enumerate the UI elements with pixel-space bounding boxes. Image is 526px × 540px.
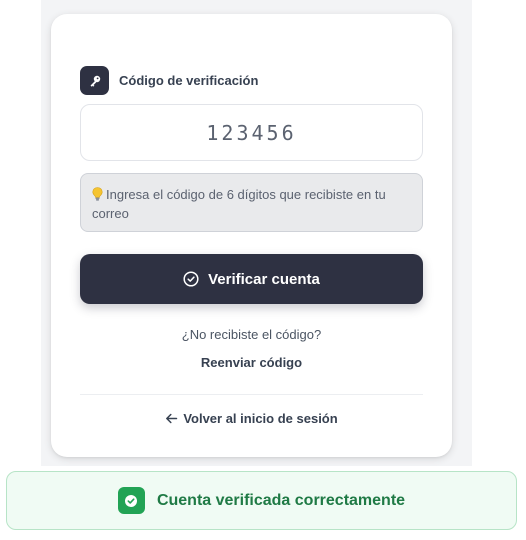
success-toast: Cuenta verificada correctamente xyxy=(6,471,517,530)
code-field-label: Código de verificación xyxy=(119,73,259,88)
toast-badge xyxy=(117,487,145,514)
page: Código de verificación Ingresa el código… xyxy=(0,0,526,540)
verification-card: Código de verificación Ingresa el código… xyxy=(51,14,452,457)
back-to-login-link[interactable]: Volver al inicio de sesión xyxy=(51,411,452,426)
verify-account-button[interactable]: Verificar cuenta xyxy=(80,254,423,304)
verification-code-input[interactable] xyxy=(80,104,423,161)
arrow-left-icon xyxy=(166,413,178,424)
key-icon xyxy=(80,66,109,95)
check-circle-icon xyxy=(183,271,199,287)
hint-box: Ingresa el código de 6 dígitos que recib… xyxy=(80,173,423,232)
back-link-label: Volver al inicio de sesión xyxy=(183,411,338,426)
toast-message: Cuenta verificada correctamente xyxy=(156,491,406,509)
field-header: Código de verificación xyxy=(80,66,258,95)
resend-question: ¿No recibiste el código? xyxy=(181,327,322,342)
divider xyxy=(80,394,423,395)
resend-code-link[interactable]: Reenviar código xyxy=(51,355,452,370)
check-icon xyxy=(125,494,138,507)
hint-text: Ingresa el código de 6 dígitos que recib… xyxy=(92,187,386,221)
verify-button-label: Verificar cuenta xyxy=(208,270,320,288)
lightbulb-icon xyxy=(92,187,103,201)
